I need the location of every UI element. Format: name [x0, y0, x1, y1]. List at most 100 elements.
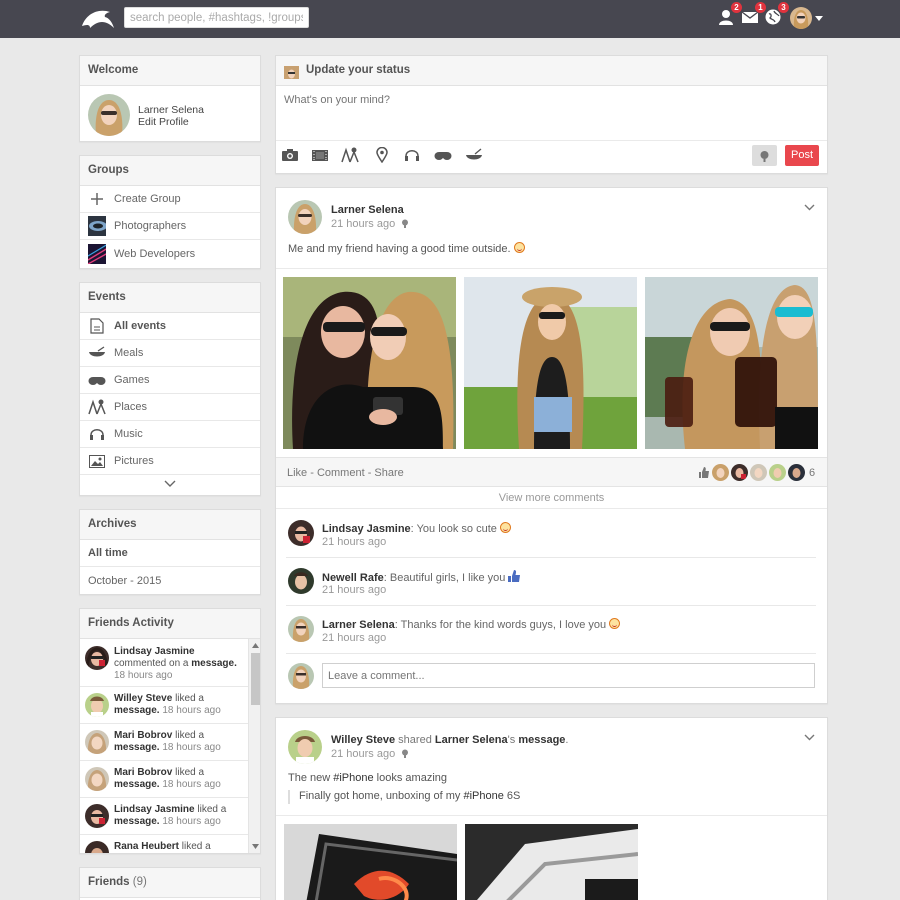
- group-item-photographers[interactable]: Photographers: [80, 213, 260, 240]
- feed-post-shared: Willey Steve shared Larner Selena's mess…: [275, 717, 828, 900]
- notifications-button[interactable]: 3: [764, 2, 789, 28]
- chevron-down-icon[interactable]: [804, 734, 815, 741]
- edit-profile-link[interactable]: Edit Profile: [138, 116, 189, 128]
- archive-item-october-2015[interactable]: October - 2015: [80, 567, 260, 594]
- commenter-avatar[interactable]: [288, 520, 314, 546]
- profile-avatar[interactable]: [88, 94, 130, 136]
- events-expand-button[interactable]: [80, 475, 260, 493]
- welcome-name[interactable]: Larner Selena: [138, 104, 204, 116]
- post-author-avatar[interactable]: [288, 730, 322, 764]
- user-avatar[interactable]: [790, 7, 812, 29]
- activity-friend-name[interactable]: Lindsay Jasmine: [114, 804, 195, 815]
- bowl-icon[interactable]: [465, 147, 483, 163]
- view-more-comments-link[interactable]: View more comments: [276, 488, 827, 509]
- liker-avatar[interactable]: [769, 464, 786, 481]
- liker-avatar[interactable]: [750, 464, 767, 481]
- comment-time: 21 hours ago: [322, 584, 387, 596]
- liker-avatar[interactable]: [731, 464, 748, 481]
- activity-action: liked a: [181, 841, 211, 852]
- activity-friend-name[interactable]: Rana Heubert: [114, 841, 179, 852]
- chevron-down-icon[interactable]: [804, 204, 815, 211]
- post-photo-2[interactable]: [464, 277, 637, 449]
- post-author-avatar[interactable]: [288, 200, 322, 234]
- activity-item[interactable]: Willey Steve liked a message. 18 hours a…: [80, 687, 248, 724]
- event-item-pictures[interactable]: Pictures: [80, 448, 260, 475]
- status-input[interactable]: [284, 94, 814, 140]
- search-input[interactable]: [124, 7, 309, 28]
- friend-requests-button[interactable]: 2: [717, 2, 742, 28]
- activity-object[interactable]: message.: [114, 705, 160, 716]
- web-developers-group-thumbnail: [88, 243, 106, 264]
- post-button[interactable]: Post: [785, 145, 819, 166]
- gamepad-icon[interactable]: [434, 147, 452, 163]
- film-icon[interactable]: [311, 147, 329, 163]
- event-item-places[interactable]: Places: [80, 394, 260, 421]
- activity-object[interactable]: message.: [114, 779, 160, 790]
- dolphin-logo-icon[interactable]: [80, 6, 116, 32]
- privacy-button[interactable]: [752, 145, 777, 166]
- friends-activity-list[interactable]: Lindsay Jasmine commented on a message. …: [80, 639, 248, 853]
- activity-item[interactable]: Mari Bobrov liked a message. 18 hours ag…: [80, 724, 248, 761]
- like-comment-share-links[interactable]: Like - Comment - Share: [287, 467, 404, 479]
- activity-item[interactable]: Rana Heubert liked a: [80, 835, 248, 853]
- map-icon[interactable]: [341, 147, 359, 163]
- create-group-item[interactable]: Create Group: [80, 186, 260, 213]
- post-photo-1[interactable]: [283, 277, 456, 449]
- headphones-icon[interactable]: [403, 147, 421, 163]
- shared-message-link[interactable]: message: [518, 734, 565, 746]
- group-item-web-developers[interactable]: Web Developers: [80, 240, 260, 267]
- event-item-games[interactable]: Games: [80, 367, 260, 394]
- post-timestamp[interactable]: 21 hours ago: [331, 218, 395, 230]
- groups-title: Groups: [80, 156, 260, 186]
- commenter-name[interactable]: Larner Selena: [322, 619, 395, 631]
- activity-time: 18 hours ago: [162, 705, 221, 716]
- activity-time: 18 hours ago: [162, 816, 221, 827]
- activity-object[interactable]: message.: [114, 816, 160, 827]
- activity-object[interactable]: message.: [114, 742, 160, 753]
- event-item-all[interactable]: All events: [80, 313, 260, 340]
- activity-scrollbar[interactable]: [248, 639, 260, 853]
- location-pin-icon[interactable]: [373, 147, 391, 163]
- top-navbar: 2 1 3: [0, 0, 900, 38]
- welcome-title: Welcome: [80, 56, 260, 86]
- commenter-avatar[interactable]: [288, 616, 314, 642]
- chevron-down-icon[interactable]: [815, 16, 823, 21]
- possessive-suffix: 's: [507, 734, 516, 746]
- post-author-name[interactable]: Willey Steve: [331, 734, 395, 746]
- activity-object[interactable]: message.: [191, 658, 237, 669]
- camera-icon[interactable]: [281, 147, 299, 163]
- activity-friend-name[interactable]: Lindsay Jasmine: [114, 646, 195, 657]
- emoji-icon: [513, 242, 525, 253]
- friend-avatar: [85, 693, 109, 717]
- liker-avatar[interactable]: [712, 464, 729, 481]
- activity-friend-name[interactable]: Willey Steve: [114, 693, 172, 704]
- activity-friend-name[interactable]: Mari Bobrov: [114, 730, 172, 741]
- hashtag-link[interactable]: #iPhone: [333, 772, 373, 784]
- event-item-music[interactable]: Music: [80, 421, 260, 448]
- scrollbar-thumb[interactable]: [251, 653, 260, 705]
- messages-button[interactable]: 1: [741, 2, 766, 28]
- hashtag-link[interactable]: #iPhone: [463, 790, 503, 802]
- activity-item[interactable]: Lindsay Jasmine commented on a message. …: [80, 639, 248, 687]
- liker-avatar[interactable]: [788, 464, 805, 481]
- comment-input[interactable]: [322, 663, 815, 688]
- post-author-name[interactable]: Larner Selena: [331, 204, 404, 216]
- event-item-meals[interactable]: Meals: [80, 340, 260, 367]
- archive-item-all-time[interactable]: All time: [80, 540, 260, 567]
- commenter-name[interactable]: Newell Rafe: [322, 572, 384, 584]
- post-text-suffix: looks amazing: [373, 772, 447, 784]
- shared-photo-1[interactable]: [284, 824, 457, 900]
- commenter-avatar[interactable]: [288, 568, 314, 594]
- gamepad-icon: [88, 371, 106, 389]
- activity-item[interactable]: Lindsay Jasmine liked a message. 18 hour…: [80, 798, 248, 835]
- scroll-down-arrow-icon[interactable]: [252, 844, 259, 849]
- post-timestamp[interactable]: 21 hours ago: [331, 748, 395, 760]
- post-photo-3[interactable]: [645, 277, 818, 449]
- scroll-up-arrow-icon[interactable]: [252, 643, 259, 648]
- commenter-name[interactable]: Lindsay Jasmine: [322, 523, 411, 535]
- activity-item[interactable]: Mari Bobrov liked a message. 18 hours ag…: [80, 761, 248, 798]
- shared-photo-2[interactable]: [465, 824, 638, 900]
- activity-friend-name[interactable]: Mari Bobrov: [114, 767, 172, 778]
- group-label: Photographers: [114, 220, 187, 232]
- shared-author-name[interactable]: Larner Selena: [435, 734, 508, 746]
